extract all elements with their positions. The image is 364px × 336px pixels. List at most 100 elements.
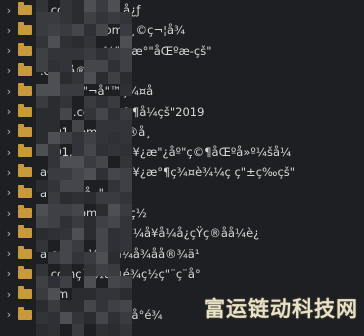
mosaic-tile [108,72,120,84]
mosaic-tile [108,276,120,288]
mosaic-tile [60,300,72,312]
mosaic-tile [84,312,96,324]
mosaic-tile [36,84,48,96]
mosaic-tile [60,24,72,36]
mosaic-tile [84,144,96,156]
folder-icon [18,164,32,178]
chevron-right-icon[interactable]: › [0,227,18,240]
mosaic-tile [108,108,120,120]
chevron-right-icon[interactable]: › [0,207,18,220]
mosaic-tile [36,276,48,288]
mosaic-tile [36,312,48,324]
mosaic-tile [48,108,60,120]
chevron-right-icon[interactable]: › [0,85,18,98]
mosaic-tile [96,12,108,24]
mosaic-tile [120,276,132,288]
mosaic-tile [48,24,60,36]
mosaic-tile [48,276,60,288]
mosaic-tile [108,0,120,12]
mosaic-tile [36,204,48,216]
mosaic-tile [36,36,48,48]
mosaic-tile [48,312,60,324]
mosaic-tile [60,276,72,288]
mosaic-tile [36,324,48,336]
mosaic-tile [72,12,84,24]
mosaic-tile [96,216,108,228]
mosaic-tile [108,132,120,144]
mosaic-tile [72,144,84,156]
mosaic-tile [36,24,48,36]
mosaic-tile [36,228,48,240]
chevron-right-icon[interactable]: › [0,166,18,179]
mosaic-tile [108,300,120,312]
folder-icon [18,62,32,76]
mosaic-tile [96,132,108,144]
mosaic-tile [84,192,96,204]
mosaic-tile [48,156,60,168]
chevron-right-icon[interactable]: › [0,64,18,77]
mosaic-tile [48,180,60,192]
mosaic-tile [36,132,48,144]
mosaic-tile [84,276,96,288]
mosaic-tile [120,36,132,48]
mosaic-tile [60,240,72,252]
mosaic-tile [120,228,132,240]
folder-icon [18,103,32,117]
chevron-right-icon[interactable]: › [0,44,18,57]
mosaic-tile [36,0,48,12]
mosaic-tile [48,132,60,144]
mosaic-tile [96,144,108,156]
chevron-right-icon[interactable]: › [0,247,18,260]
mosaic-tile [96,120,108,132]
mosaic-tile [72,228,84,240]
chevron-right-icon[interactable]: › [0,186,18,199]
mosaic-tile [84,24,96,36]
mosaic-tile [96,96,108,108]
mosaic-tile [108,204,120,216]
mosaic-tile [96,300,108,312]
mosaic-tile [84,288,96,300]
chevron-right-icon[interactable]: › [0,308,18,321]
chevron-right-icon[interactable]: › [0,146,18,159]
mosaic-tile [60,36,72,48]
mosaic-tile [108,12,120,24]
chevron-right-icon[interactable]: › [0,24,18,37]
mosaic-tile [60,216,72,228]
mosaic-tile [48,204,60,216]
mosaic-tile [48,84,60,96]
mosaic-tile [72,180,84,192]
chevron-right-icon[interactable]: › [0,288,18,301]
mosaic-tile [48,288,60,300]
mosaic-tile [72,36,84,48]
mosaic-tile [60,228,72,240]
mosaic-tile [72,48,84,60]
mosaic-tile [36,48,48,60]
mosaic-tile [72,204,84,216]
mosaic-tile [60,84,72,96]
mosaic-tile [84,36,96,48]
mosaic-tile [120,60,132,72]
mosaic-tile [120,72,132,84]
mosaic-tile [48,12,60,24]
mosaic-tile [60,48,72,60]
mosaic-tile [84,0,96,12]
mosaic-tile [60,108,72,120]
mosaic-tile [120,180,132,192]
mosaic-tile [108,228,120,240]
mosaic-tile [120,240,132,252]
mosaic-tile [96,252,108,264]
mosaic-tile [120,204,132,216]
mosaic-tile [96,72,108,84]
mosaic-tile [108,120,120,132]
mosaic-tile [96,48,108,60]
chevron-right-icon[interactable]: › [0,105,18,118]
mosaic-tile [120,156,132,168]
mosaic-tile [36,216,48,228]
mosaic-tile [48,252,60,264]
chevron-right-icon[interactable]: › [0,125,18,138]
mosaic-tile [96,204,108,216]
mosaic-tile [48,300,60,312]
mosaic-tile [48,192,60,204]
chevron-right-icon[interactable]: › [0,4,18,17]
chevron-right-icon[interactable]: › [0,267,18,280]
